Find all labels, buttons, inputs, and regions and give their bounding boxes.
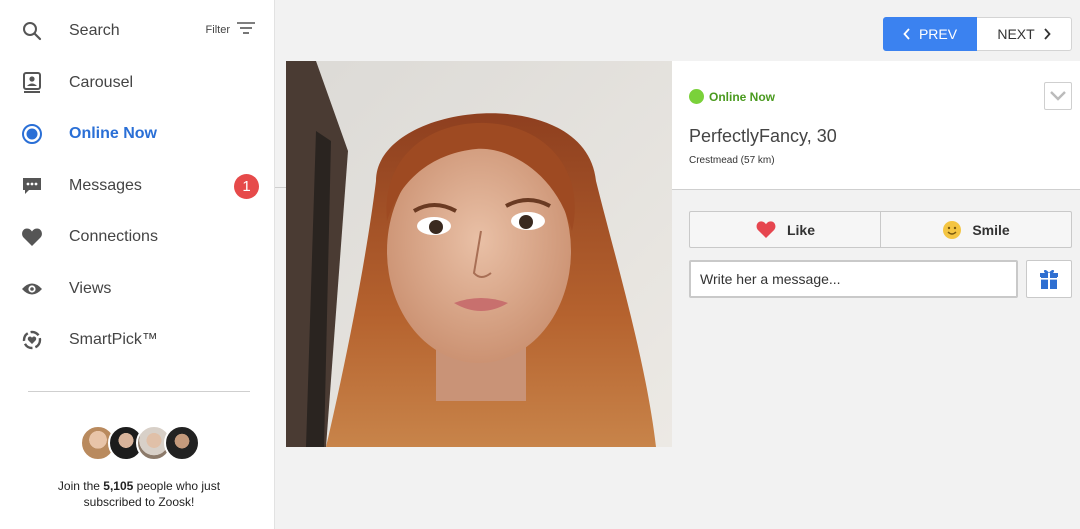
eye-icon (20, 277, 44, 301)
chevron-left-icon (903, 28, 910, 40)
sidebar-divider (28, 391, 250, 392)
promo-count: 5,105 (103, 479, 134, 493)
profile-actions: Like Smile (689, 211, 1072, 248)
sidebar: Search Filter Carousel Online Now Messag… (0, 0, 275, 529)
sidebar-item-online-now[interactable]: Online Now (0, 114, 275, 154)
sidebar-item-label: Messages (69, 177, 142, 194)
profile-pager: PREV NEXT (883, 17, 1072, 51)
unread-badge: 1 (234, 173, 259, 199)
gift-button[interactable] (1026, 260, 1072, 298)
prev-label: PREV (918, 26, 958, 42)
profile-location: Crestmead (57 km) (689, 155, 775, 166)
promo-prefix: Join the (57, 479, 104, 493)
online-dot-icon (689, 89, 704, 104)
profile-header: Online Now PerfectlyFancy, 30 Crestmead … (672, 61, 1080, 190)
online-status: Online Now (689, 89, 775, 104)
sidebar-item-label: Online Now (69, 125, 157, 142)
filter-icon (236, 20, 256, 39)
sidebar-item-views[interactable]: Views (0, 269, 275, 309)
subscriber-avatars (80, 425, 200, 461)
online-status-label: Online Now (709, 89, 775, 104)
sidebar-item-messages[interactable]: Messages 1 (0, 166, 275, 206)
profile-options-button[interactable] (1044, 82, 1072, 110)
subscriber-promo: Join the 5,105 people who just subscribe… (28, 478, 250, 510)
like-button[interactable]: Like (690, 212, 880, 247)
heart-icon (756, 221, 776, 239)
sidebar-item-connections[interactable]: Connections (0, 217, 275, 257)
search-icon (20, 19, 44, 43)
sidebar-item-carousel[interactable]: Carousel (0, 63, 275, 103)
sidebar-item-label: Search (69, 22, 120, 39)
filter-button[interactable]: Filter (206, 20, 256, 39)
smile-button[interactable]: Smile (880, 212, 1071, 247)
message-input[interactable] (689, 260, 1018, 298)
smiley-icon (943, 220, 962, 239)
filter-label: Filter (205, 23, 230, 36)
sidebar-item-label: Connections (69, 228, 158, 245)
chevron-right-icon (1044, 28, 1051, 40)
next-button[interactable]: NEXT (977, 17, 1072, 51)
sidebar-item-label: Carousel (69, 74, 134, 91)
messages-icon (20, 174, 44, 198)
carousel-icon (20, 71, 44, 95)
prev-button[interactable]: PREV (883, 17, 977, 51)
sidebar-item-label: Views (69, 280, 112, 297)
online-now-icon (20, 122, 44, 146)
next-label: NEXT (997, 26, 1035, 42)
smile-label: Smile (972, 221, 1010, 238)
smartpick-icon (20, 328, 44, 352)
like-label: Like (786, 221, 815, 238)
profile-photo[interactable] (286, 61, 672, 447)
sidebar-item-label: SmartPick™ (69, 331, 158, 348)
gift-icon (1040, 269, 1058, 289)
sidebar-item-smartpick[interactable]: SmartPick™ (0, 320, 275, 360)
heart-icon (20, 225, 44, 249)
chevron-down-icon (1050, 91, 1066, 101)
avatar (164, 425, 200, 461)
profile-name: PerfectlyFancy, 30 (689, 126, 837, 146)
